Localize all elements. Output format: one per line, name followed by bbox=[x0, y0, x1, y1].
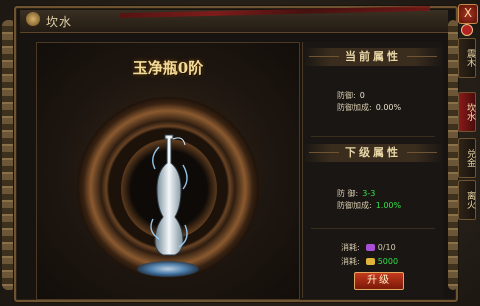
cost-divider bbox=[311, 228, 435, 229]
next-defense-label: 防 御: bbox=[337, 189, 359, 198]
glow-pedestal bbox=[137, 261, 199, 277]
section-divider bbox=[311, 136, 435, 137]
next-defense-bonus-label: 防御加成: bbox=[337, 201, 372, 210]
material-cost-row: 消耗: 0/10 bbox=[341, 242, 396, 253]
current-defense-value: 0 bbox=[359, 91, 365, 100]
item-display-panel: 玉净瓶0阶 bbox=[36, 42, 300, 300]
vase-icon bbox=[150, 134, 188, 256]
window-icon bbox=[26, 12, 40, 26]
gold-ingot-icon bbox=[365, 258, 375, 265]
gold-cost-label: 消耗: bbox=[341, 257, 360, 266]
window-frame: 坎水 X 玉净瓶0阶 当前属性 防御: 0 防御加成: 0.00% 下级属性 防… bbox=[0, 0, 480, 306]
next-defense-row: 防 御: 3-3 bbox=[337, 188, 375, 199]
gold-cost-value: 5000 bbox=[377, 257, 399, 266]
next-attributes-header: 下级属性 bbox=[303, 144, 443, 162]
upgrade-button[interactable]: 升级 bbox=[354, 272, 404, 290]
current-defense-bonus-row: 防御加成: 0.00% bbox=[337, 102, 401, 113]
current-attributes-header: 当前属性 bbox=[303, 48, 443, 66]
gold-cost-row: 消耗: 5000 bbox=[341, 256, 398, 267]
window-title: 坎水 bbox=[46, 15, 73, 29]
next-defense-bonus-row: 防御加成: 1.00% bbox=[337, 200, 401, 211]
attribute-panel: 当前属性 防御: 0 防御加成: 0.00% 下级属性 防 御: 3-3 防御加成: 1… bbox=[302, 42, 443, 298]
dragon-ornament-right bbox=[448, 20, 458, 290]
current-defense-label: 防御: bbox=[337, 91, 356, 100]
material-cost-label: 消耗: bbox=[341, 243, 360, 252]
tab-zhenmu[interactable]: 震木 bbox=[458, 38, 476, 78]
tab-marker-icon bbox=[461, 24, 473, 36]
tab-kanshui[interactable]: 坎水 bbox=[458, 92, 476, 132]
close-button[interactable]: X bbox=[458, 4, 478, 24]
next-defense-value: 3-3 bbox=[362, 189, 376, 198]
purple-gem-icon bbox=[365, 244, 375, 251]
current-defense-bonus-value: 0.00% bbox=[375, 103, 402, 112]
tab-duijin[interactable]: 兑金 bbox=[458, 138, 476, 178]
material-cost-value: 0/10 bbox=[377, 243, 396, 252]
tab-lihuo[interactable]: 离火 bbox=[458, 180, 476, 220]
next-defense-bonus-value: 1.00% bbox=[375, 201, 402, 210]
item-name: 玉净瓶0阶 bbox=[132, 59, 204, 77]
current-defense-bonus-label: 防御加成: bbox=[337, 103, 372, 112]
current-defense-row: 防御: 0 bbox=[337, 90, 365, 101]
